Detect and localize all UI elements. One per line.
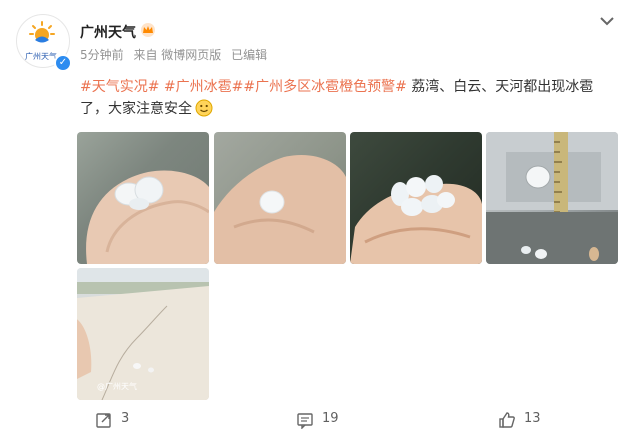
avatar-logo-text: 广州天气	[25, 52, 57, 61]
like-count: 13	[524, 411, 541, 426]
smile-emoji-icon	[195, 99, 213, 117]
comment-icon	[297, 413, 313, 429]
hashtag-hail[interactable]: #广州冰雹#	[164, 79, 243, 95]
comment-count: 19	[322, 411, 339, 426]
sun-logo-icon	[29, 21, 55, 43]
hail-photo-3[interactable]	[350, 132, 482, 264]
hail-photo-5[interactable]: @广州天气	[77, 268, 209, 400]
like-icon	[499, 412, 515, 428]
verified-icon: ✓	[54, 54, 72, 72]
hashtag-weather[interactable]: #天气实况#	[80, 79, 159, 95]
post-edited: 已编辑	[231, 48, 268, 62]
hashtag-warning[interactable]: #广州多区冰雹橙色预警#	[243, 79, 406, 95]
like-button[interactable]: 13	[498, 410, 558, 430]
comment-button[interactable]: 19	[296, 410, 356, 430]
repost-icon	[96, 413, 111, 428]
post-content: #天气实况# #广州冰雹##广州多区冰雹橙色预警# 荔湾、白云、天河都出现冰雹了…	[80, 76, 620, 120]
post-time[interactable]: 5分钟前	[80, 48, 124, 62]
post-source: 来自 微博网页版	[133, 48, 222, 62]
crown-badge-icon	[141, 23, 155, 37]
author-name[interactable]: 广州天气	[80, 22, 136, 42]
hail-photo-2[interactable]	[214, 132, 346, 264]
repost-button[interactable]: 3	[95, 410, 155, 430]
hail-photo-4[interactable]	[486, 132, 618, 264]
post-meta: 5分钟前 来自 微博网页版 已编辑	[80, 46, 273, 63]
image-watermark: @广州天气	[97, 382, 137, 391]
hail-photo-1[interactable]	[77, 132, 209, 264]
chevron-down-icon[interactable]	[598, 14, 616, 28]
repost-count: 3	[121, 411, 130, 426]
